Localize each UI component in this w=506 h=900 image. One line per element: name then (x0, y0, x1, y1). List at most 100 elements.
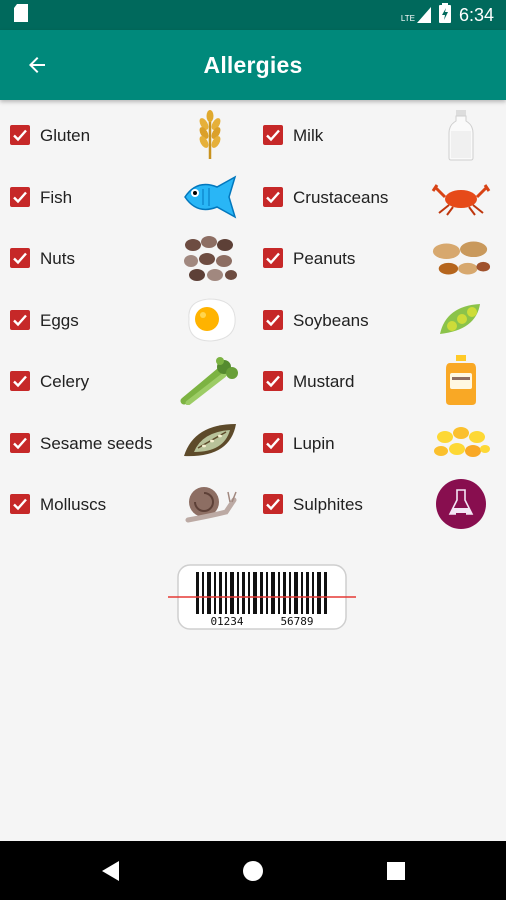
battery-charging-icon (438, 2, 451, 28)
checkmark-icon (266, 375, 280, 388)
checkmark-icon (13, 314, 27, 326)
allergen-item-celery[interactable]: Celery (0, 351, 253, 412)
fish-icon (180, 171, 240, 223)
allergen-item-lupin[interactable]: Lupin (253, 413, 506, 474)
eggs-checkbox[interactable] (10, 309, 30, 330)
back-button[interactable] (18, 46, 56, 84)
navigation-bar (0, 841, 506, 900)
sulphites-checkbox[interactable] (263, 494, 283, 514)
allergen-item-fish[interactable]: Fish (0, 167, 253, 228)
checkmark-icon (13, 375, 27, 388)
allergen-label: Fish (40, 187, 73, 207)
barcode-scan-icon: 01234 56789 (168, 564, 356, 630)
checkmark-icon (266, 129, 280, 142)
mustard-bottle-icon (431, 355, 491, 407)
status-bar: LTE 6:34 (0, 0, 506, 30)
barcode-scan-button[interactable]: 01234 56789 (166, 562, 356, 632)
checkmark-icon (266, 314, 280, 326)
allergen-label: Celery (40, 372, 90, 391)
arrow-back-icon (29, 57, 45, 73)
checkmark-icon (266, 437, 280, 449)
allergen-item-soybeans[interactable]: Soybeans (253, 290, 506, 351)
milk-checkbox[interactable] (263, 125, 283, 145)
allergen-label: Mustard (293, 372, 355, 391)
nuts-icon (180, 232, 240, 284)
nav-back-icon (102, 861, 119, 881)
peanuts-checkbox[interactable] (263, 248, 283, 268)
checkmark-icon (13, 498, 27, 511)
allergen-item-sulphites[interactable]: Sulphites (253, 474, 506, 535)
allergen-label: Peanuts (293, 249, 356, 268)
allergen-item-sesame-seeds[interactable]: Sesame seeds (0, 413, 253, 474)
allergen-row: Nuts Peanuts (0, 228, 506, 290)
molluscs-checkbox[interactable] (10, 494, 30, 514)
allergen-row: Eggs Soybeans (0, 290, 506, 352)
allergen-label: Eggs (40, 310, 79, 330)
allergen-label: Molluscs (40, 495, 107, 514)
checkmark-icon (13, 129, 27, 142)
nav-recents-button[interactable] (380, 855, 412, 887)
allergen-label: Lupin (293, 433, 335, 453)
checkmark-icon (266, 252, 280, 265)
gluten-checkbox[interactable] (10, 125, 30, 145)
fried-egg-icon (180, 294, 240, 346)
allergen-item-peanuts[interactable]: Peanuts (253, 228, 506, 289)
milk-bottle-icon (431, 109, 491, 161)
allergen-item-eggs[interactable]: Eggs (0, 290, 253, 351)
allergen-label: Soybeans (293, 310, 369, 330)
allergen-label: Nuts (40, 249, 75, 268)
snail-icon (180, 478, 240, 530)
nav-home-icon (243, 861, 263, 881)
allergen-item-mustard[interactable]: Mustard (253, 351, 506, 412)
sesame-seeds-checkbox[interactable] (10, 432, 30, 453)
sesame-pod-icon (180, 417, 240, 469)
allergen-label: Milk (293, 126, 324, 145)
wheat-icon (180, 109, 240, 161)
allergen-grid: Gluten Milk Fish Crustaceans Nuts Peanut… (0, 105, 506, 536)
checkmark-icon (266, 498, 280, 511)
nuts-checkbox[interactable] (10, 248, 30, 268)
nav-home-button[interactable] (237, 855, 269, 887)
celery-icon (180, 355, 240, 407)
fish-checkbox[interactable] (10, 186, 30, 207)
status-indicators: LTE 6:34 (401, 2, 494, 28)
checkmark-icon (266, 191, 280, 203)
soybean-pod-icon (431, 294, 491, 346)
checkmark-icon (13, 437, 27, 449)
status-time: 6:34 (458, 4, 494, 25)
allergen-row: Celery Mustard (0, 351, 506, 413)
app-bar: Allergies (0, 30, 506, 100)
allergen-row: Sesame seeds Lupin (0, 413, 506, 475)
allergen-label: Sesame seeds (40, 433, 153, 453)
soybeans-checkbox[interactable] (263, 309, 283, 330)
nav-recents-icon (387, 862, 405, 880)
lupin-beans-icon (431, 417, 491, 469)
checkmark-icon (13, 191, 27, 203)
barcode-digits-left: 01234 (210, 615, 243, 628)
sd-card-icon (14, 3, 28, 27)
celery-checkbox[interactable] (10, 371, 30, 391)
allergen-item-milk[interactable]: Milk (253, 105, 506, 166)
allergen-label: Crustaceans (293, 187, 389, 207)
allergen-item-nuts[interactable]: Nuts (0, 228, 253, 289)
checkmark-icon (13, 252, 27, 265)
allergen-label: Sulphites (293, 495, 363, 514)
crustaceans-checkbox[interactable] (263, 186, 283, 207)
mustard-checkbox[interactable] (263, 371, 283, 391)
lupin-checkbox[interactable] (263, 432, 283, 453)
allergen-item-crustaceans[interactable]: Crustaceans (253, 167, 506, 228)
peanuts-icon (431, 232, 491, 284)
network-type: LTE (400, 14, 415, 23)
page-title: Allergies (203, 51, 303, 78)
allergen-item-gluten[interactable]: Gluten (0, 105, 253, 166)
flask-icon (431, 478, 491, 530)
crab-icon (431, 171, 491, 223)
allergen-label: Gluten (40, 126, 91, 145)
allergen-row: Molluscs Sulphites (0, 474, 506, 536)
nav-back-button[interactable] (94, 855, 126, 887)
allergen-row: Fish Crustaceans (0, 167, 506, 229)
barcode-digits-right: 56789 (280, 615, 313, 628)
lte-signal-icon: LTE (401, 7, 431, 23)
allergen-row: Gluten Milk (0, 105, 506, 167)
allergen-item-molluscs[interactable]: Molluscs (0, 474, 253, 535)
